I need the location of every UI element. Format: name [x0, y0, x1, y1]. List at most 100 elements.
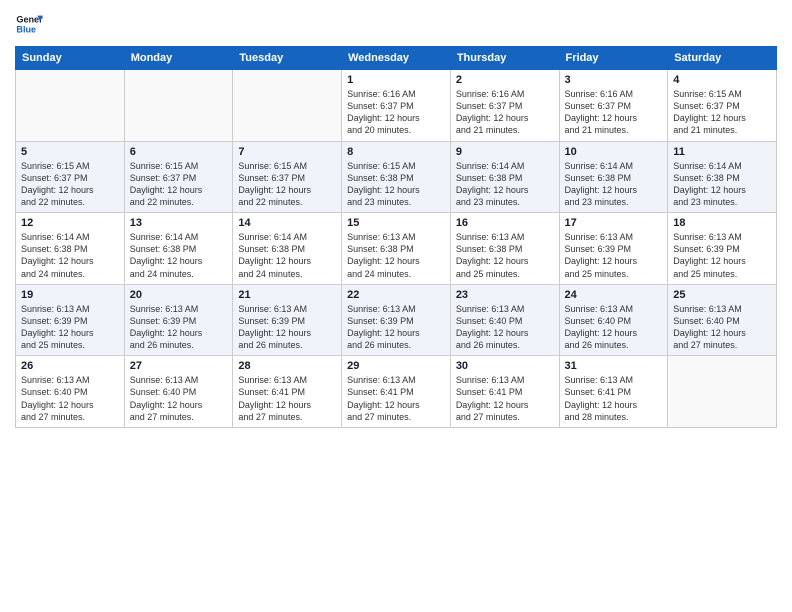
day-number: 27 — [130, 360, 228, 372]
calendar: SundayMondayTuesdayWednesdayThursdayFrid… — [15, 46, 777, 428]
day-info: Sunrise: 6:13 AM Sunset: 6:39 PM Dayligh… — [347, 303, 445, 352]
day-number: 29 — [347, 360, 445, 372]
day-number: 10 — [565, 146, 663, 158]
calendar-cell: 10 Sunrise: 6:14 AM Sunset: 6:38 PM Dayli… — [559, 141, 668, 213]
day-number: 3 — [565, 74, 663, 86]
weekday-header: Tuesday — [233, 47, 342, 70]
day-number: 1 — [347, 74, 445, 86]
day-info: Sunrise: 6:13 AM Sunset: 6:41 PM Dayligh… — [238, 374, 336, 423]
day-info: Sunrise: 6:15 AM Sunset: 6:37 PM Dayligh… — [130, 160, 228, 209]
day-info: Sunrise: 6:13 AM Sunset: 6:40 PM Dayligh… — [673, 303, 771, 352]
calendar-cell: 11 Sunrise: 6:14 AM Sunset: 6:38 PM Dayli… — [668, 141, 777, 213]
day-number: 24 — [565, 289, 663, 301]
calendar-cell: 25 Sunrise: 6:13 AM Sunset: 6:40 PM Dayli… — [668, 284, 777, 356]
day-number: 30 — [456, 360, 554, 372]
calendar-cell: 4Sunrise: 6:15 AM Sunset: 6:37 PM Daylig… — [668, 70, 777, 142]
calendar-cell: 3 Sunrise: 6:16 AM Sunset: 6:37 PM Daylig… — [559, 70, 668, 142]
calendar-week-row: 5 Sunrise: 6:15 AM Sunset: 6:37 PM Daylig… — [16, 141, 777, 213]
day-info: Sunrise: 6:13 AM Sunset: 6:39 PM Dayligh… — [238, 303, 336, 352]
weekday-header: Thursday — [450, 47, 559, 70]
calendar-cell: 7 Sunrise: 6:15 AM Sunset: 6:37 PM Daylig… — [233, 141, 342, 213]
calendar-cell — [233, 70, 342, 142]
day-info: Sunrise: 6:15 AM Sunset: 6:37 PM Dayligh… — [238, 160, 336, 209]
day-info: Sunrise: 6:14 AM Sunset: 6:38 PM Dayligh… — [456, 160, 554, 209]
day-number: 23 — [456, 289, 554, 301]
calendar-week-row: 19 Sunrise: 6:13 AM Sunset: 6:39 PM Dayli… — [16, 284, 777, 356]
day-info: Sunrise: 6:13 AM Sunset: 6:39 PM Dayligh… — [565, 231, 663, 280]
day-info: Sunrise: 6:14 AM Sunset: 6:38 PM Dayligh… — [673, 160, 771, 209]
day-number: 31 — [565, 360, 663, 372]
calendar-week-row: 26 Sunrise: 6:13 AM Sunset: 6:40 PM Dayli… — [16, 356, 777, 428]
day-info: Sunrise: 6:13 AM Sunset: 6:41 PM Dayligh… — [347, 374, 445, 423]
calendar-cell: 18Sunrise: 6:13 AM Sunset: 6:39 PM Dayli… — [668, 213, 777, 285]
day-info: Sunrise: 6:13 AM Sunset: 6:40 PM Dayligh… — [130, 374, 228, 423]
day-info: Sunrise: 6:13 AM Sunset: 6:40 PM Dayligh… — [456, 303, 554, 352]
day-info: Sunrise: 6:16 AM Sunset: 6:37 PM Dayligh… — [456, 88, 554, 137]
day-number: 15 — [347, 217, 445, 229]
calendar-week-row: 1 Sunrise: 6:16 AM Sunset: 6:37 PM Daylig… — [16, 70, 777, 142]
day-number: 17 — [565, 217, 663, 229]
day-number: 12 — [21, 217, 119, 229]
day-number: 21 — [238, 289, 336, 301]
calendar-cell: 29 Sunrise: 6:13 AM Sunset: 6:41 PM Dayli… — [342, 356, 451, 428]
header-row: SundayMondayTuesdayWednesdayThursdayFrid… — [16, 47, 777, 70]
calendar-week-row: 12 Sunrise: 6:14 AM Sunset: 6:38 PM Dayli… — [16, 213, 777, 285]
day-info: Sunrise: 6:15 AM Sunset: 6:37 PM Dayligh… — [21, 160, 119, 209]
day-info: Sunrise: 6:13 AM Sunset: 6:39 PM Dayligh… — [130, 303, 228, 352]
day-number: 11 — [673, 146, 771, 158]
calendar-cell — [124, 70, 233, 142]
calendar-cell: 8Sunrise: 6:15 AM Sunset: 6:38 PM Daylig… — [342, 141, 451, 213]
day-number: 2 — [456, 74, 554, 86]
day-number: 28 — [238, 360, 336, 372]
calendar-cell: 21 Sunrise: 6:13 AM Sunset: 6:39 PM Dayli… — [233, 284, 342, 356]
day-number: 19 — [21, 289, 119, 301]
calendar-cell: 19 Sunrise: 6:13 AM Sunset: 6:39 PM Dayli… — [16, 284, 125, 356]
calendar-cell: 27 Sunrise: 6:13 AM Sunset: 6:40 PM Dayli… — [124, 356, 233, 428]
day-number: 6 — [130, 146, 228, 158]
calendar-cell: 15 Sunrise: 6:13 AM Sunset: 6:38 PM Dayli… — [342, 213, 451, 285]
day-number: 20 — [130, 289, 228, 301]
day-info: Sunrise: 6:13 AM Sunset: 6:39 PM Dayligh… — [21, 303, 119, 352]
logo-icon: General Blue — [15, 10, 43, 38]
svg-text:Blue: Blue — [16, 24, 36, 34]
calendar-cell: 17 Sunrise: 6:13 AM Sunset: 6:39 PM Dayli… — [559, 213, 668, 285]
day-number: 18 — [673, 217, 771, 229]
calendar-cell: 30 Sunrise: 6:13 AM Sunset: 6:41 PM Dayli… — [450, 356, 559, 428]
calendar-cell: 24 Sunrise: 6:13 AM Sunset: 6:40 PM Dayli… — [559, 284, 668, 356]
header: General Blue — [15, 10, 777, 38]
day-number: 26 — [21, 360, 119, 372]
day-info: Sunrise: 6:14 AM Sunset: 6:38 PM Dayligh… — [21, 231, 119, 280]
calendar-cell: 13Sunrise: 6:14 AM Sunset: 6:38 PM Dayli… — [124, 213, 233, 285]
calendar-cell: 26Sunrise: 6:13 AM Sunset: 6:40 PM Dayli… — [16, 356, 125, 428]
day-info: Sunrise: 6:13 AM Sunset: 6:40 PM Dayligh… — [565, 303, 663, 352]
day-info: Sunrise: 6:13 AM Sunset: 6:41 PM Dayligh… — [565, 374, 663, 423]
day-number: 16 — [456, 217, 554, 229]
day-number: 7 — [238, 146, 336, 158]
calendar-cell: 22Sunrise: 6:13 AM Sunset: 6:39 PM Dayli… — [342, 284, 451, 356]
calendar-cell: 14Sunrise: 6:14 AM Sunset: 6:38 PM Dayli… — [233, 213, 342, 285]
day-info: Sunrise: 6:13 AM Sunset: 6:38 PM Dayligh… — [347, 231, 445, 280]
calendar-cell: 2 Sunrise: 6:16 AM Sunset: 6:37 PM Daylig… — [450, 70, 559, 142]
weekday-header: Sunday — [16, 47, 125, 70]
calendar-cell: 9 Sunrise: 6:14 AM Sunset: 6:38 PM Daylig… — [450, 141, 559, 213]
weekday-header: Saturday — [668, 47, 777, 70]
weekday-header: Friday — [559, 47, 668, 70]
day-info: Sunrise: 6:16 AM Sunset: 6:37 PM Dayligh… — [565, 88, 663, 137]
day-info: Sunrise: 6:13 AM Sunset: 6:38 PM Dayligh… — [456, 231, 554, 280]
calendar-cell: 31 Sunrise: 6:13 AM Sunset: 6:41 PM Dayli… — [559, 356, 668, 428]
calendar-cell: 23 Sunrise: 6:13 AM Sunset: 6:40 PM Dayli… — [450, 284, 559, 356]
day-info: Sunrise: 6:14 AM Sunset: 6:38 PM Dayligh… — [565, 160, 663, 209]
day-number: 9 — [456, 146, 554, 158]
day-number: 25 — [673, 289, 771, 301]
calendar-cell: 12 Sunrise: 6:14 AM Sunset: 6:38 PM Dayli… — [16, 213, 125, 285]
day-info: Sunrise: 6:13 AM Sunset: 6:41 PM Dayligh… — [456, 374, 554, 423]
day-number: 8 — [347, 146, 445, 158]
day-info: Sunrise: 6:14 AM Sunset: 6:38 PM Dayligh… — [238, 231, 336, 280]
weekday-header: Wednesday — [342, 47, 451, 70]
calendar-cell: 6 Sunrise: 6:15 AM Sunset: 6:37 PM Daylig… — [124, 141, 233, 213]
day-number: 5 — [21, 146, 119, 158]
calendar-cell: 16 Sunrise: 6:13 AM Sunset: 6:38 PM Dayli… — [450, 213, 559, 285]
day-info: Sunrise: 6:14 AM Sunset: 6:38 PM Dayligh… — [130, 231, 228, 280]
day-info: Sunrise: 6:15 AM Sunset: 6:37 PM Dayligh… — [673, 88, 771, 137]
calendar-cell: 5 Sunrise: 6:15 AM Sunset: 6:37 PM Daylig… — [16, 141, 125, 213]
